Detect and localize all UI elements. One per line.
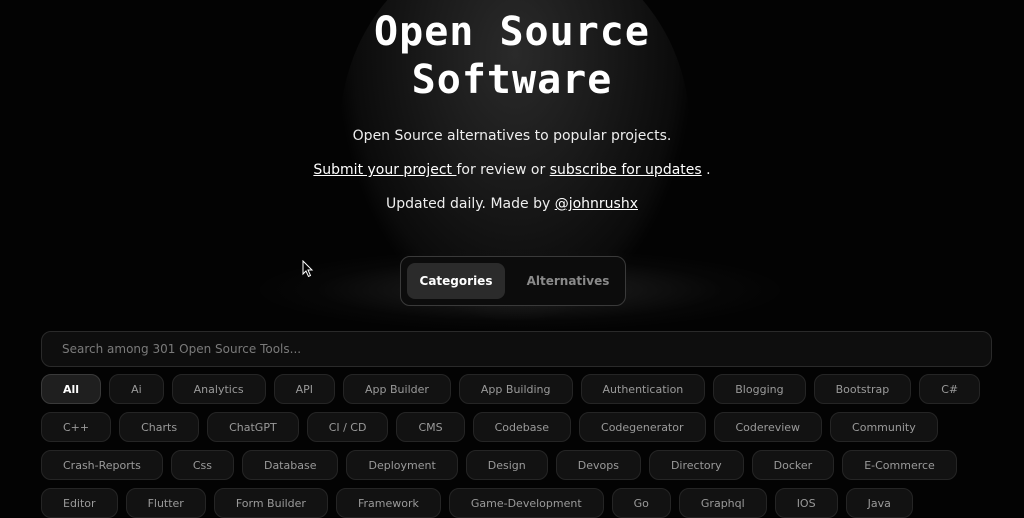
category-chip[interactable]: Flutter [125,488,206,518]
category-chip[interactable]: Graphql [678,488,767,518]
category-chip[interactable]: All [41,374,102,404]
category-chip[interactable]: Database [241,450,339,480]
category-chip-list: All Ai Analytics API App Builder App Building… [41,374,1001,518]
updated-text: Updated daily. Made by [385,196,555,212]
submit-project-link[interactable]: Submit your project [313,162,456,178]
category-chip[interactable]: IOS [774,488,838,518]
category-chip[interactable]: App Builder [343,374,451,404]
category-chip[interactable]: E-Commerce [842,450,957,480]
page-title-line-1: Open Source [374,9,650,55]
category-chip[interactable]: Game-Development [448,488,604,518]
category-chip[interactable]: Editor [41,488,118,518]
updated-line: Updated daily. Made by @johnrushx [0,196,1024,212]
submit-middle-text: for review or [456,162,550,178]
categories-tab[interactable]: Categories [407,263,505,299]
view-toggle: Categories Alternatives [400,256,626,306]
category-chip[interactable]: Design [465,450,548,480]
category-chip[interactable]: App Building [458,374,573,404]
category-chip[interactable]: Community [830,412,938,442]
page-title: Open Source Software [0,8,1024,104]
category-chip[interactable]: Java [845,488,913,518]
category-chip[interactable]: Form Builder [213,488,328,518]
category-chip[interactable]: C# [919,374,981,404]
category-chip[interactable]: Bootstrap [813,374,912,404]
category-chip[interactable]: CI / CD [306,412,389,442]
category-chip[interactable]: Framework [335,488,441,518]
mouse-cursor-icon [302,260,314,278]
category-chip[interactable]: Css [170,450,234,480]
category-chip[interactable]: Analytics [171,374,266,404]
category-chip[interactable]: Blogging [713,374,806,404]
category-chip[interactable]: Codebase [472,412,572,442]
category-chip[interactable]: Codereview [713,412,823,442]
category-chip[interactable]: Charts [119,412,200,442]
category-chip[interactable]: Authentication [580,374,706,404]
category-chip[interactable]: Docker [751,450,835,480]
category-chip[interactable]: Ai [109,374,164,404]
subscribe-link[interactable]: subscribe for updates [550,162,702,178]
category-chip[interactable]: API [273,374,336,404]
category-chip[interactable]: Deployment [346,450,458,480]
search-input[interactable]: Search among 301 Open Source Tools... [41,331,992,367]
page-title-line-2: Software [411,57,613,103]
author-link[interactable]: @johnrushx [555,196,638,212]
category-chip[interactable]: Go [611,488,671,518]
category-chip[interactable]: Crash-Reports [41,450,163,480]
category-chip[interactable]: Devops [555,450,641,480]
category-chip[interactable]: CMS [396,412,465,442]
category-chip[interactable]: C++ [41,412,112,442]
category-chip[interactable]: ChatGPT [207,412,299,442]
tagline: Open Source alternatives to popular proj… [352,128,672,144]
submit-end-text: . [701,162,711,178]
category-chip[interactable]: Codegenerator [579,412,706,442]
submit-line: Submit your project for review or subscr… [0,162,1024,178]
alternatives-tab[interactable]: Alternatives [519,263,617,299]
category-chip[interactable]: Directory [648,450,744,480]
